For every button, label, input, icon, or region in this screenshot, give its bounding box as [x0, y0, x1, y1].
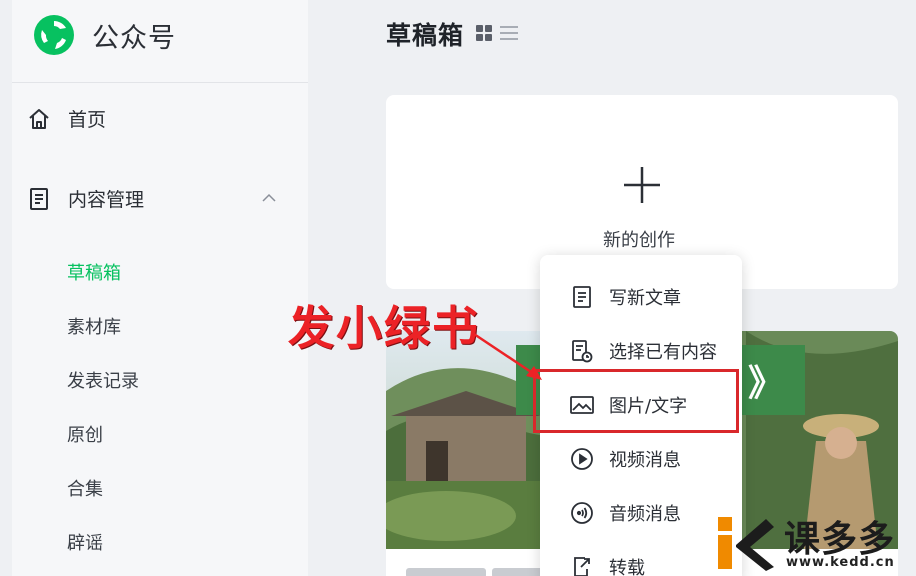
article-icon	[570, 285, 594, 309]
existing-content-icon	[570, 339, 594, 363]
sidebar: 公众号	[12, 0, 308, 576]
kedd-watermark-logo-icon	[718, 517, 774, 571]
document-icon	[26, 186, 52, 212]
sidebar-subitem-original[interactable]: 原创	[67, 421, 103, 447]
wechat-official-account-logo-icon	[34, 15, 74, 55]
sidebar-subitem-rumor-refutation[interactable]: 辟谣	[67, 529, 103, 555]
menu-item-label: 音频消息	[609, 504, 681, 525]
sidebar-item-home[interactable]: 首页	[26, 105, 106, 132]
highlight-box	[533, 369, 739, 433]
brand[interactable]: 公众号	[32, 10, 176, 60]
list-view-icon[interactable]	[500, 25, 518, 41]
watermark-url: www.kedd.cn	[786, 555, 895, 570]
sidebar-item-content-management[interactable]: 内容管理	[26, 185, 276, 212]
menu-item-label: 选择已有内容	[609, 342, 717, 363]
menu-item-label: 视频消息	[609, 450, 681, 471]
menu-item-write-article[interactable]: 写新文章	[540, 270, 742, 324]
repost-icon	[570, 555, 594, 576]
grid-view-icon[interactable]	[476, 25, 492, 41]
sidebar-subitem-materials[interactable]: 素材库	[67, 313, 121, 339]
sidebar-subitem-drafts[interactable]: 草稿箱	[67, 259, 121, 285]
page-title: 草稿箱	[386, 21, 465, 50]
sidebar-item-label: 内容管理	[68, 189, 145, 211]
menu-item-audio-message[interactable]: 音频消息	[540, 486, 742, 540]
brand-name: 公众号	[92, 22, 176, 54]
chevron-up-icon[interactable]	[262, 191, 276, 205]
menu-item-label: 转载	[609, 558, 645, 576]
home-icon	[26, 106, 52, 132]
new-creation-label[interactable]: 新的创作	[603, 226, 675, 252]
audio-icon	[570, 501, 594, 525]
plus-icon[interactable]	[623, 166, 661, 204]
svg-text:》: 》	[748, 363, 784, 404]
play-icon	[570, 447, 594, 471]
menu-item-video-message[interactable]: 视频消息	[540, 432, 742, 486]
annotation-arrow-icon	[473, 332, 542, 380]
menu-item-repost[interactable]: 转载	[540, 540, 742, 576]
sidebar-subitem-collections[interactable]: 合集	[67, 475, 103, 501]
menu-item-label: 写新文章	[609, 288, 681, 309]
annotation-text: 发小绿书	[288, 301, 480, 355]
sidebar-subitem-publish-records[interactable]: 发表记录	[67, 367, 139, 393]
sidebar-item-label: 首页	[68, 109, 107, 131]
sidebar-divider	[12, 82, 308, 83]
